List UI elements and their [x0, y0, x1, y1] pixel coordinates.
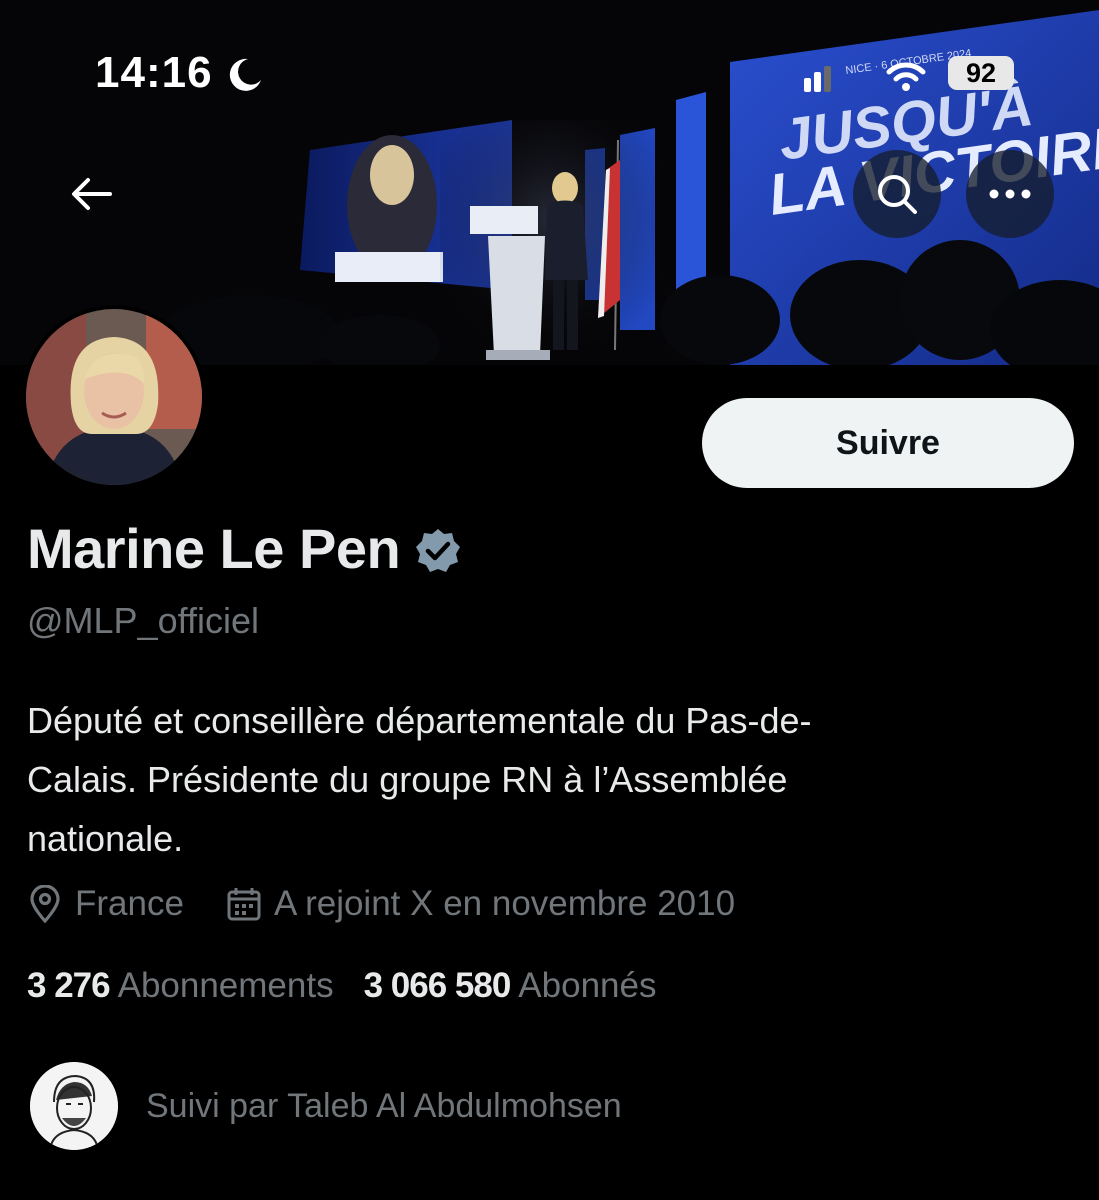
following-link[interactable]: 3 276 Abonnements [27, 966, 334, 1006]
search-button[interactable] [853, 150, 941, 238]
verified-badge-icon[interactable] [414, 527, 462, 575]
followed-by-text: Suivi par Taleb Al Abdulmohsen [146, 1086, 622, 1125]
back-arrow-icon [72, 178, 112, 210]
followers-link[interactable]: 3 066 580 Abonnés [364, 966, 657, 1006]
back-button[interactable] [50, 152, 134, 236]
join-date: A rejoint X en novembre 2010 [226, 884, 735, 924]
more-icon [989, 189, 1031, 199]
bio-line: Député et conseillère départementale du … [27, 700, 812, 741]
battery-indicator: 92 [948, 56, 1014, 90]
bio-line: Calais. Présidente du groupe RN à l’Asse… [27, 759, 788, 800]
search-icon [878, 175, 917, 214]
signal-icon [804, 66, 831, 92]
following-count: 3 276 [27, 966, 111, 1005]
profile-meta: France A rejoint X en novembre 2010 [27, 884, 735, 924]
bio-line: nationale. [27, 818, 184, 859]
more-options-button[interactable] [966, 150, 1054, 238]
location-pin-icon [30, 885, 60, 923]
display-name: Marine Le Pen [27, 517, 401, 580]
status-time: 14:16 [95, 48, 213, 97]
location-text: France [75, 884, 184, 923]
avatar-image [26, 309, 202, 485]
followers-label: Abonnés [518, 966, 657, 1005]
wifi-icon [886, 62, 926, 91]
follow-stats: 3 276 Abonnements 3 066 580 Abonnés [27, 966, 656, 1006]
follower-avatar-image [30, 1062, 118, 1150]
name-row: Marine Le Pen [27, 516, 462, 581]
follower-avatar [30, 1062, 118, 1150]
location: France [27, 884, 184, 924]
following-label: Abonnements [117, 966, 334, 1005]
calendar-icon [227, 888, 261, 921]
followers-count: 3 066 580 [363, 966, 512, 1005]
profile-avatar[interactable] [22, 305, 206, 489]
followed-by-row[interactable]: Suivi par Taleb Al Abdulmohsen [30, 1062, 622, 1150]
follow-button[interactable]: Suivre [702, 398, 1074, 488]
join-date-text: A rejoint X en novembre 2010 [273, 884, 736, 923]
moon-icon [229, 58, 261, 91]
bio: Député et conseillère départementale du … [27, 691, 1067, 868]
handle: @MLP_officiel [27, 600, 259, 641]
